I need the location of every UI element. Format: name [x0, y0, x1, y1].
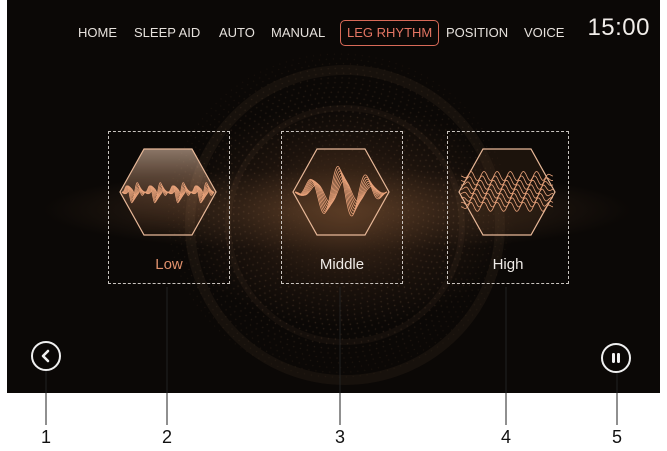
callout-lines	[45, 287, 618, 425]
callout-5: 5	[611, 427, 622, 447]
callout-1: 1	[40, 427, 51, 447]
callout-2: 2	[161, 427, 172, 447]
callout-3: 3	[334, 427, 345, 447]
callout-4: 4	[500, 427, 511, 447]
